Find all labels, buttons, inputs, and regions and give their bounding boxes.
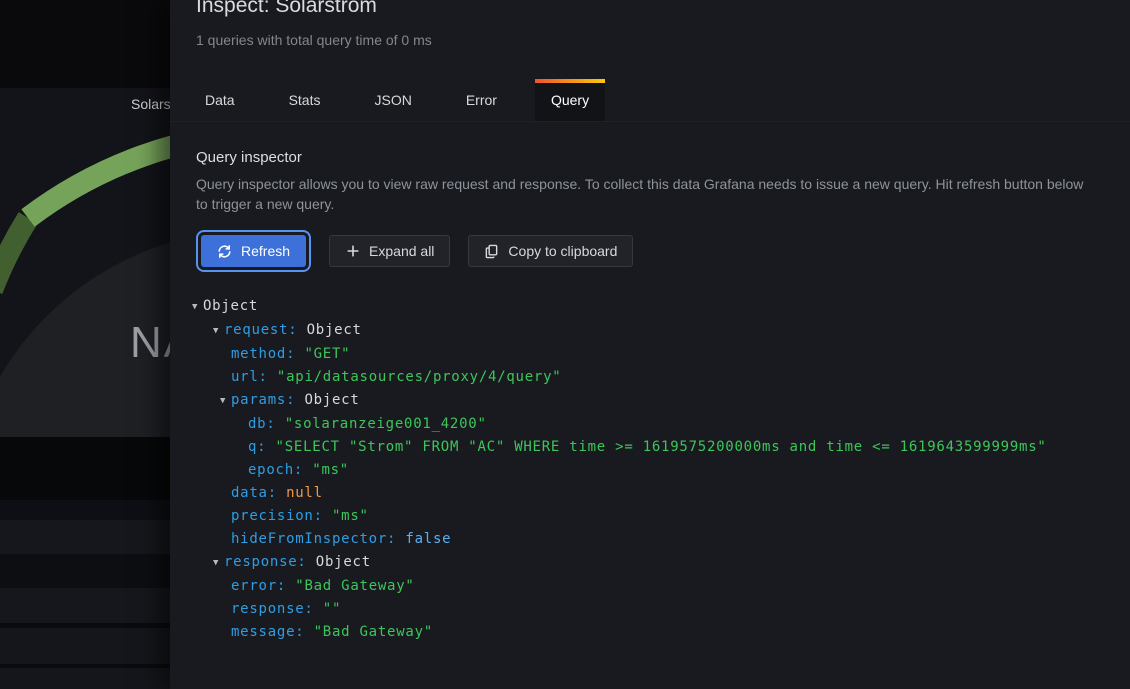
tab-label: Data [205,92,235,108]
json-row: db: "solaranzeige001_4200" [196,413,1104,436]
refresh-icon [217,244,232,259]
json-value: Object [304,392,359,408]
json-row: epoch: "ms" [196,459,1104,482]
json-row: data: null [196,482,1104,505]
button-label: Refresh [241,243,290,259]
tab-label: JSON [374,92,411,108]
json-value: "Bad Gateway" [295,578,414,594]
json-key: db: [248,416,285,432]
json-value: "api/datasources/proxy/4/query" [277,369,562,385]
tab-query[interactable]: Query [535,79,605,121]
section-heading: Query inspector [196,149,1104,166]
json-key: method: [231,346,304,362]
copy-icon [484,244,499,259]
button-label: Expand all [369,243,434,259]
json-row: ▼Object [196,295,1104,319]
drawer-header: Inspect: Solarstrom 1 queries with total… [170,0,1130,48]
json-key: precision: [231,508,332,524]
tab-bar: Data Stats JSON Error Query [170,79,1130,122]
json-key: response: [231,601,323,617]
expand-all-button[interactable]: Expand all [329,235,450,267]
json-value: null [286,485,323,501]
json-value: Object [316,554,371,570]
json-row: method: "GET" [196,343,1104,366]
json-row: precision: "ms" [196,505,1104,528]
json-key: url: [231,369,277,385]
tab-stats[interactable]: Stats [273,79,337,121]
collapse-triangle-icon[interactable]: ▼ [213,320,224,343]
json-value: "ms" [332,508,369,524]
button-label: Copy to clipboard [508,243,617,259]
gauge-arc-tail [0,218,28,290]
copy-to-clipboard-button[interactable]: Copy to clipboard [468,235,633,267]
json-key: data: [231,485,286,501]
json-key: hideFromInspector: [231,531,405,547]
json-value: "SELECT "Strom" FROM "AC" WHERE time >= … [276,439,1047,455]
refresh-button[interactable]: Refresh [201,235,306,267]
json-key: q: [248,439,276,455]
json-row: ▼request: Object [196,319,1104,343]
json-row: ▼response: Object [196,551,1104,575]
json-key: message: [231,624,314,640]
json-value: "GET" [304,346,350,362]
json-key: epoch: [248,462,312,478]
json-value: "solaranzeige001_4200" [285,416,487,432]
tab-label: Stats [289,92,321,108]
plus-icon [345,244,360,259]
json-row: error: "Bad Gateway" [196,575,1104,598]
json-value: "Bad Gateway" [314,624,433,640]
section-description: Query inspector allows you to view raw r… [196,175,1094,214]
inspect-drawer: Inspect: Solarstrom 1 queries with total… [170,0,1130,689]
json-value: "" [323,601,341,617]
tab-label: Query [551,92,589,108]
json-key: error: [231,578,295,594]
json-row: ▼params: Object [196,389,1104,413]
json-key: params: [231,392,304,408]
json-value: Object [307,322,362,338]
json-key: request: [224,322,307,338]
json-key: response: [224,554,316,570]
drawer-title: Inspect: Solarstrom [196,0,1104,19]
button-row: Refresh Expand all Copy to clipboard [196,235,1104,267]
json-row: message: "Bad Gateway" [196,621,1104,644]
json-row: hideFromInspector: false [196,528,1104,551]
json-tree: ▼Object▼request: Objectmethod: "GET"url:… [196,295,1104,644]
json-value: Object [203,298,258,314]
json-value: false [405,531,451,547]
active-tab-accent-bar [535,79,605,83]
json-row: url: "api/datasources/proxy/4/query" [196,366,1104,389]
query-inspector-content: Query inspector Query inspector allows y… [170,122,1130,644]
panel-title: Solars [131,96,171,112]
json-value: "ms" [312,462,349,478]
collapse-triangle-icon[interactable]: ▼ [213,552,224,575]
drawer-subtitle: 1 queries with total query time of 0 ms [196,32,1104,48]
collapse-triangle-icon[interactable]: ▼ [192,296,203,319]
json-row: q: "SELECT "Strom" FROM "AC" WHERE time … [196,436,1104,459]
tab-label: Error [466,92,497,108]
tab-error[interactable]: Error [450,79,513,121]
tab-json[interactable]: JSON [358,79,427,121]
json-row: response: "" [196,598,1104,621]
collapse-triangle-icon[interactable]: ▼ [220,390,231,413]
tab-data[interactable]: Data [189,79,251,121]
